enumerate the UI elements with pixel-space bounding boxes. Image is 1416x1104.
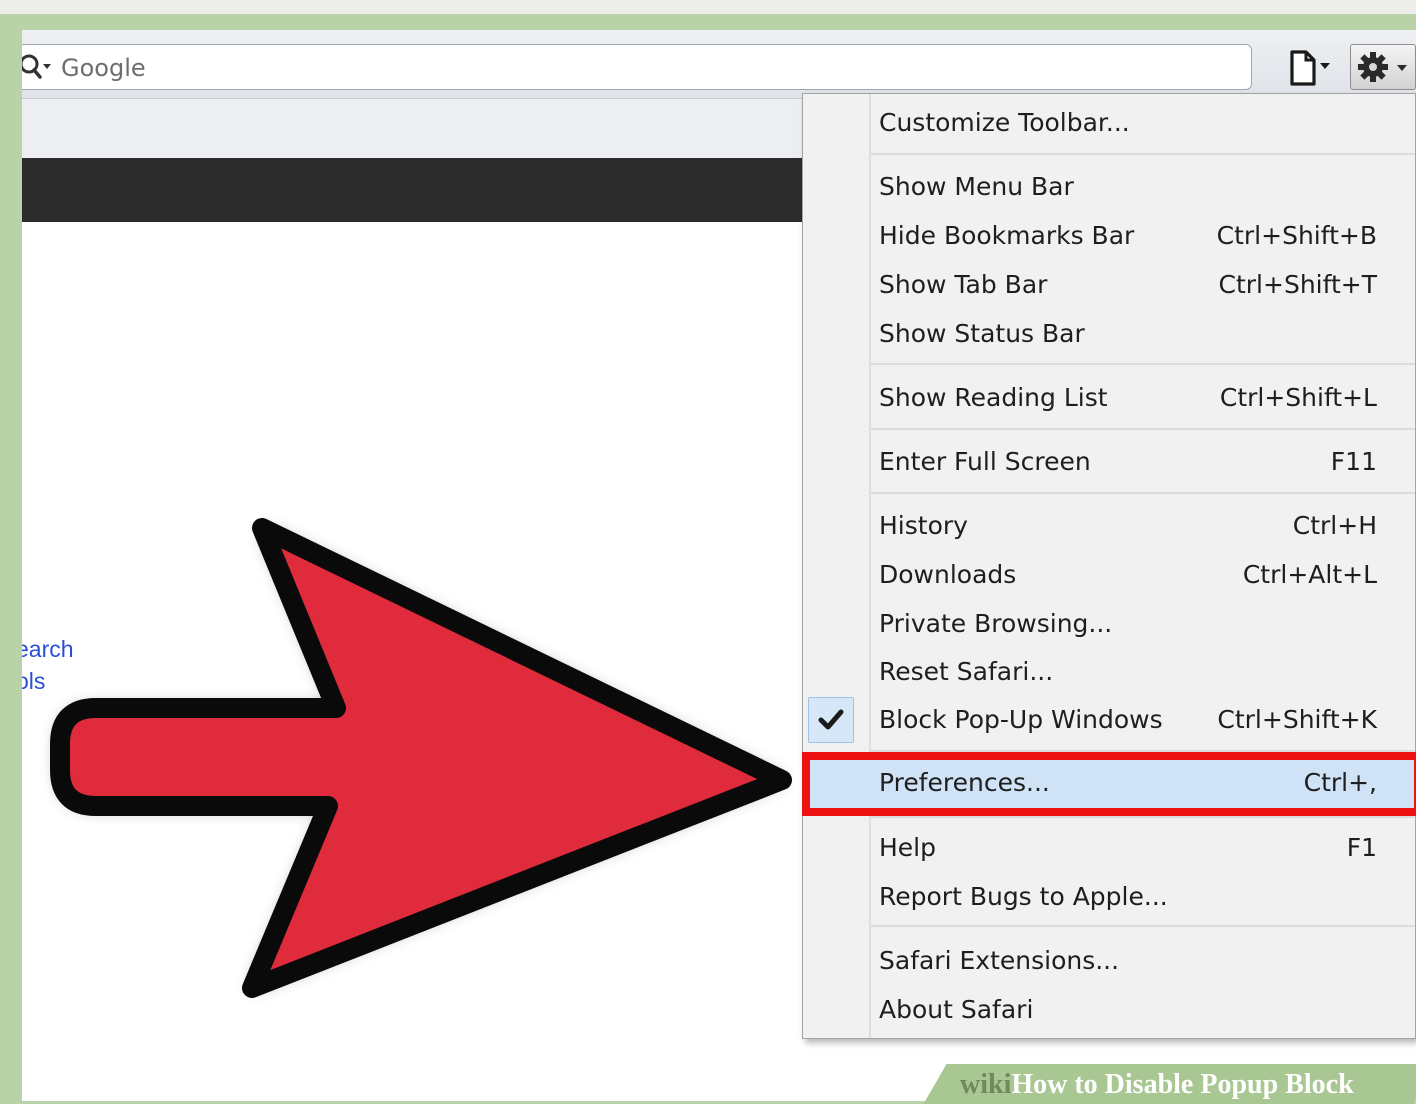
menu-item-label: Safari Extensions... [879,946,1120,975]
menu-item-about-safari[interactable]: About Safari [803,987,1415,1033]
menu-item-label: Reset Safari... [879,657,1054,686]
menu-separator [871,363,1415,365]
menu-separator [871,925,1415,927]
menu-item-shortcut: F11 [1330,447,1377,476]
menu-item-report-bugs[interactable]: Report Bugs to Apple... [803,874,1415,920]
menu-item-show-reading-list[interactable]: Show Reading List Ctrl+Shift+L [803,375,1415,421]
menu-item-shortcut: Ctrl+Shift+K [1217,705,1377,734]
menu-item-history[interactable]: History Ctrl+H [803,503,1415,549]
checkbox [808,697,854,743]
menu-item-help[interactable]: Help F1 [803,825,1415,871]
menu-item-label: Hide Bookmarks Bar [879,221,1135,250]
watermark-brand: wiki [960,1069,1012,1100]
menu-item-label: Help [879,833,936,862]
menu-item-label: Show Menu Bar [879,172,1074,201]
menu-separator [871,428,1415,430]
menu-item-show-menu-bar[interactable]: Show Menu Bar [803,164,1415,210]
menu-item-shortcut: Ctrl+Shift+T [1218,270,1377,299]
menu-item-shortcut: Ctrl+H [1292,511,1377,540]
menu-item-customize-toolbar[interactable]: Customize Toolbar... [803,100,1415,146]
menu-item-block-popup-windows[interactable]: Block Pop-Up Windows Ctrl+Shift+K [803,697,1415,743]
menu-item-downloads[interactable]: Downloads Ctrl+Alt+L [803,552,1415,598]
menu-item-shortcut: F1 [1346,833,1377,862]
menu-separator [871,153,1415,155]
menu-item-enter-full-screen[interactable]: Enter Full Screen F11 [803,439,1415,485]
menu-item-label: Show Status Bar [879,319,1085,348]
watermark-title: How to Disable Popup Block [1011,1069,1354,1100]
menu-item-private-browsing[interactable]: Private Browsing... [803,601,1415,647]
menu-item-show-tab-bar[interactable]: Show Tab Bar Ctrl+Shift+T [803,262,1415,308]
menu-item-label: Downloads [879,560,1017,589]
menu-item-shortcut: Ctrl+Shift+B [1216,221,1377,250]
menu-item-shortcut: Ctrl+Alt+L [1242,560,1377,589]
menu-item-hide-bookmarks-bar[interactable]: Hide Bookmarks Bar Ctrl+Shift+B [803,213,1415,259]
settings-dropdown-menu: Customize Toolbar... Show Menu Bar Hide … [802,93,1416,1039]
watermark: wikiHow to Disable Popup Block [960,1069,1354,1101]
menu-item-label: Enter Full Screen [879,447,1091,476]
menu-item-show-status-bar[interactable]: Show Status Bar [803,311,1415,357]
highlight-box [802,752,1416,816]
menu-item-label: Customize Toolbar... [879,108,1130,137]
checkmark-icon [818,709,844,730]
menu-item-reset-safari[interactable]: Reset Safari... [803,649,1415,695]
menu-item-shortcut: Ctrl+Shift+L [1219,383,1377,412]
menu-separator [871,816,1415,818]
menu-item-safari-extensions[interactable]: Safari Extensions... [803,938,1415,984]
menu-item-label: Report Bugs to Apple... [879,882,1168,911]
menu-separator [871,492,1415,494]
menu-item-label: Block Pop-Up Windows [879,705,1163,734]
menu-item-label: History [879,511,968,540]
menu-item-label: Show Reading List [879,383,1108,412]
menu-item-label: About Safari [879,995,1034,1024]
menu-item-label: Private Browsing... [879,609,1113,638]
menu-item-label: Show Tab Bar [879,270,1048,299]
